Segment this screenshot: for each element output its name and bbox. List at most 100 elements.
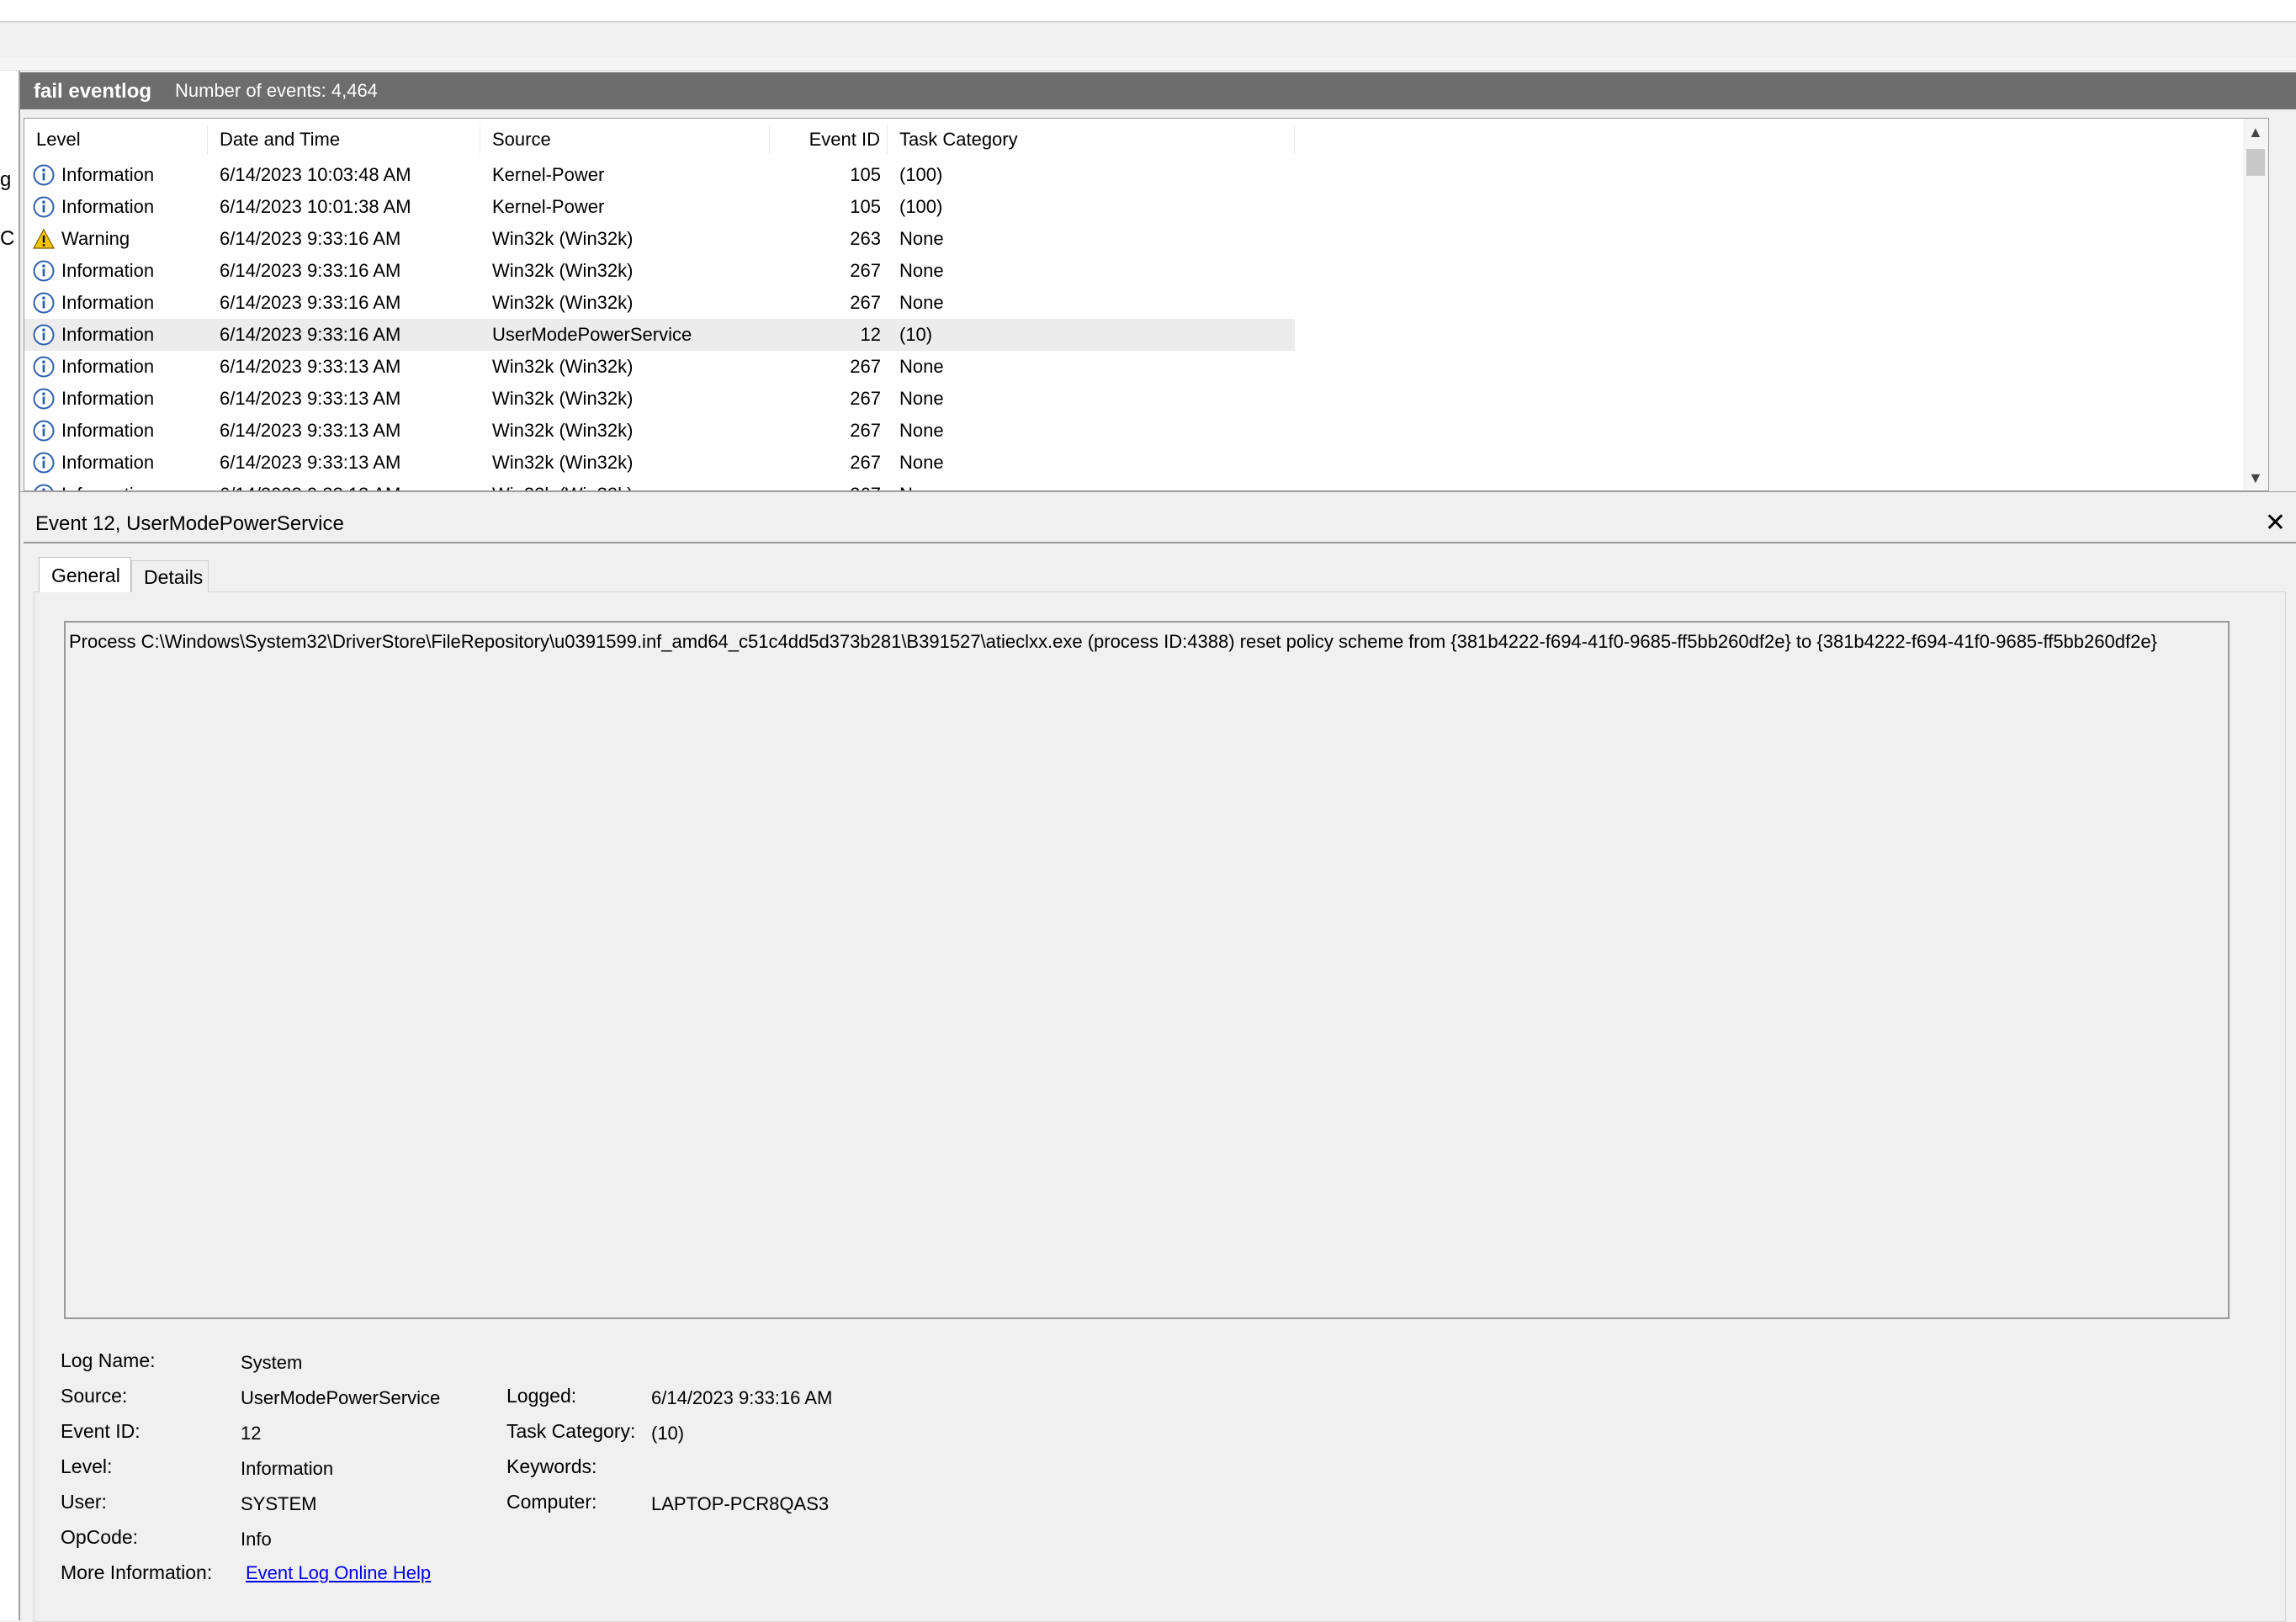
cell-event-id: 267 <box>850 260 881 281</box>
info-icon <box>33 452 55 474</box>
table-row[interactable]: Information 6/14/2023 9:33:13 AM Win32k (W… <box>24 383 1295 415</box>
cell-level: Information <box>61 479 154 490</box>
label-level: Level: <box>61 1455 113 1477</box>
table-row[interactable]: Information 6/14/2023 10:03:48 AM Kernel-P… <box>24 159 1295 191</box>
table-row[interactable]: Information 6/14/2023 9:33:16 AM Win32k (W… <box>24 255 1295 287</box>
label-source: Source: <box>61 1385 128 1407</box>
cell-date-time: 6/14/2023 9:33:13 AM <box>220 479 400 490</box>
cell-source: Win32k (Win32k) <box>492 452 634 473</box>
navigation-pane[interactable]: g C <box>0 71 20 1620</box>
info-icon <box>33 164 55 186</box>
warning-icon <box>32 228 56 250</box>
cell-level: Information <box>61 452 155 473</box>
label-user: User: <box>61 1491 107 1513</box>
cell-date-time: 6/14/2023 9:33:13 AM <box>220 356 401 377</box>
cell-task-category: None <box>899 452 944 473</box>
window-top-bar <box>0 0 2296 23</box>
toolbar-area <box>0 23 2296 58</box>
nav-fragment: C <box>0 227 15 250</box>
table-row[interactable]: Information 6/14/2023 9:33:13 AM Win32k (W… <box>24 447 1295 479</box>
scroll-thumb[interactable] <box>2246 149 2265 176</box>
cell-event-id: 267 <box>850 292 881 313</box>
cell-date-time: 6/14/2023 9:33:16 AM <box>220 260 401 281</box>
column-header-event-id[interactable]: Event ID <box>770 125 888 154</box>
event-message-box[interactable]: Process C:\Windows\System32\DriverStore\… <box>64 621 2230 1319</box>
cell-event-id: 267 <box>850 356 881 377</box>
cell-event-id: 12 <box>860 324 881 345</box>
value-task-category: (10) <box>651 1423 685 1444</box>
value-event-id: 12 <box>241 1423 262 1444</box>
cell-level: Information <box>61 388 155 409</box>
value-log-name: System <box>241 1352 303 1373</box>
list-vertical-scrollbar[interactable]: ▲ ▼ <box>2243 119 2268 490</box>
cell-date-time: 6/14/2023 9:33:13 AM <box>220 388 401 409</box>
table-row[interactable]: Information 6/14/2023 9:33:13 AM Win32k (W… <box>24 479 1295 490</box>
value-logged: 6/14/2023 9:33:16 AM <box>651 1387 833 1408</box>
cell-task-category: (10) <box>899 324 933 345</box>
info-icon <box>33 292 55 314</box>
cell-task-category: (100) <box>899 196 943 217</box>
label-logged: Logged: <box>506 1385 577 1407</box>
event-detail-title: Event 12, UserModePowerService <box>35 512 344 535</box>
close-icon[interactable]: ✕ <box>2265 508 2286 538</box>
scroll-up-icon[interactable]: ▲ <box>2248 124 2263 141</box>
cell-source: Win32k (Win32k) <box>492 420 634 441</box>
cell-level: Information <box>61 292 155 313</box>
events-list[interactable]: Level Date and Time Source Event ID Task… <box>24 118 2269 491</box>
column-header-task-category[interactable]: Task Category <box>888 125 1295 154</box>
toolbar-divider <box>0 58 2296 71</box>
cell-task-category: None <box>899 228 944 249</box>
info-icon <box>33 388 55 410</box>
column-header-source[interactable]: Source <box>480 125 770 154</box>
cell-level: Information <box>61 324 155 345</box>
column-header-level[interactable]: Level <box>24 125 208 154</box>
cell-date-time: 6/14/2023 9:33:16 AM <box>220 228 401 249</box>
label-event-id: Event ID: <box>61 1420 141 1442</box>
column-header-date-time[interactable]: Date and Time <box>208 125 480 154</box>
label-task-category: Task Category: <box>506 1420 636 1442</box>
cell-event-id: 267 <box>850 420 881 441</box>
cell-level: Information <box>61 196 155 217</box>
event-detail-header: Event 12, UserModePowerService ✕ <box>24 505 2296 543</box>
tab-details[interactable]: Details <box>131 560 209 592</box>
value-source: UserModePowerService <box>241 1387 441 1408</box>
nav-fragment: g <box>0 168 12 191</box>
cell-source: Win32k (Win32k) <box>492 479 633 490</box>
tab-general[interactable]: General <box>39 557 131 592</box>
table-row[interactable]: Information 6/14/2023 9:33:13 AM Win32k (W… <box>24 351 1295 383</box>
cell-date-time: 6/14/2023 10:01:38 AM <box>220 196 411 217</box>
table-row[interactable]: Information 6/14/2023 9:33:16 AM Win32k (W… <box>24 287 1295 319</box>
cell-date-time: 6/14/2023 9:33:13 AM <box>220 452 401 473</box>
table-row[interactable]: Information 6/14/2023 9:33:16 AM UserModeP… <box>24 319 1295 351</box>
info-icon <box>33 196 55 218</box>
value-user: SYSTEM <box>241 1493 317 1514</box>
cell-task-category: None <box>899 356 944 377</box>
cell-task-category: None <box>899 292 944 313</box>
label-opcode: OpCode: <box>61 1526 139 1548</box>
cell-event-id: 105 <box>850 196 881 217</box>
table-row[interactable]: Warning 6/14/2023 9:33:16 AM Win32k (Win32… <box>24 223 1295 255</box>
cell-level: Information <box>61 356 155 377</box>
cell-task-category: None <box>899 260 944 281</box>
label-more-information: More Information: <box>61 1561 213 1583</box>
cell-task-category: None <box>899 388 944 409</box>
table-row[interactable]: Information 6/14/2023 9:33:13 AM Win32k (W… <box>24 415 1295 447</box>
value-computer: LAPTOP-PCR8QAS3 <box>651 1493 830 1514</box>
cell-event-id: 105 <box>850 164 881 185</box>
cell-level: Warning <box>61 228 130 249</box>
cell-source: Win32k (Win32k) <box>492 260 634 281</box>
info-icon <box>33 324 55 346</box>
label-computer: Computer: <box>506 1491 597 1513</box>
info-icon <box>33 420 55 442</box>
scroll-down-icon[interactable]: ▼ <box>2248 469 2263 487</box>
cell-level: Information <box>61 260 155 281</box>
cell-date-time: 6/14/2023 9:33:16 AM <box>220 324 401 345</box>
info-icon <box>33 260 55 282</box>
event-log-online-help-link[interactable]: Event Log Online Help <box>246 1562 431 1584</box>
cell-source: Win32k (Win32k) <box>492 292 634 313</box>
label-keywords: Keywords: <box>506 1455 597 1477</box>
table-row[interactable]: Information 6/14/2023 10:01:38 AM Kernel-P… <box>24 191 1295 223</box>
cell-source: Kernel-Power <box>492 164 605 185</box>
cell-task-category: None <box>899 420 944 441</box>
cell-task-category: None <box>899 479 944 490</box>
